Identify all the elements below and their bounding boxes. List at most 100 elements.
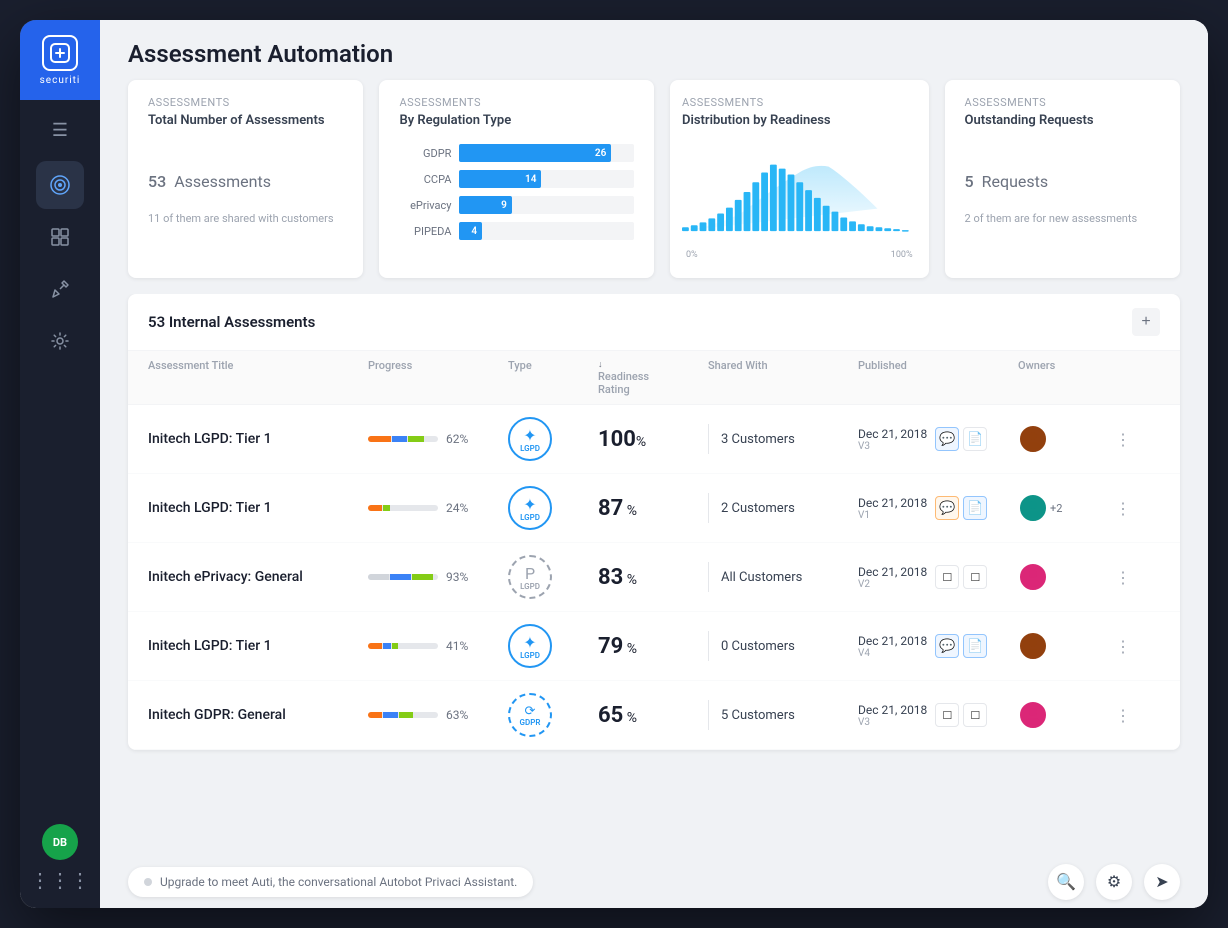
shared-cell: All Customers bbox=[708, 562, 858, 592]
export-button[interactable]: ➤ bbox=[1144, 864, 1180, 900]
table-row: Initech LGPD: Tier 1 62% bbox=[128, 405, 1180, 474]
chat-icon[interactable]: 💬 bbox=[935, 496, 959, 520]
menu-toggle[interactable]: ☰ bbox=[20, 108, 100, 153]
stat-card-regulation: Assessments By Regulation Type GDPR 26 C… bbox=[379, 80, 654, 278]
col-published: Published bbox=[858, 359, 1018, 396]
user-avatar[interactable]: DB bbox=[42, 824, 78, 860]
chat-icon[interactable]: □ bbox=[935, 703, 959, 727]
readiness-cell: 87 % bbox=[598, 496, 708, 521]
type-cell: ⟳ GDPR bbox=[508, 693, 598, 737]
owner-avatar bbox=[1018, 424, 1048, 454]
chat-bubble[interactable]: Upgrade to meet Auti, the conversational… bbox=[128, 867, 533, 897]
file-icon[interactable]: 📄 bbox=[963, 427, 987, 451]
row-menu[interactable]: ⋮ bbox=[1098, 568, 1148, 587]
type-cell: P LGPD bbox=[508, 555, 598, 599]
chat-text: Upgrade to meet Auti, the conversational… bbox=[160, 875, 517, 889]
owners-cell bbox=[1018, 631, 1098, 661]
stat-total-sub: 11 of them are shared with customers bbox=[148, 212, 343, 225]
bar-row-ccpa: CCPA 14 bbox=[399, 170, 634, 188]
published-cell: Dec 21, 2018 V3 💬 📄 bbox=[858, 427, 1018, 452]
bottom-bar: Upgrade to meet Auti, the conversational… bbox=[100, 856, 1208, 908]
readiness-cell: 79 % bbox=[598, 634, 708, 659]
col-actions bbox=[1098, 359, 1148, 396]
file-icon[interactable]: 📄 bbox=[963, 496, 987, 520]
col-shared: Shared With bbox=[708, 359, 858, 396]
main-header: Assessment Automation bbox=[100, 20, 1208, 80]
col-progress: Progress bbox=[368, 359, 508, 396]
published-cell: Dec 21, 2018 V2 □ □ bbox=[858, 565, 1018, 590]
bar-chart: GDPR 26 CCPA 14 bbox=[399, 144, 634, 240]
row-title: Initech LGPD: Tier 1 bbox=[148, 500, 368, 516]
published-cell: Dec 21, 2018 V3 □ □ bbox=[858, 703, 1018, 728]
row-title: Initech ePrivacy: General bbox=[148, 569, 368, 585]
stat-out-number: 5 bbox=[965, 144, 974, 196]
readiness-cell: 100% bbox=[598, 427, 708, 452]
stat-dist-title: Distribution by Readiness bbox=[682, 113, 917, 128]
published-cell: Dec 21, 2018 V1 💬 📄 bbox=[858, 496, 1018, 521]
sidebar-item-grid[interactable] bbox=[36, 213, 84, 261]
owners-cell bbox=[1018, 562, 1098, 592]
table-row: Initech LGPD: Tier 1 41% bbox=[128, 612, 1180, 681]
stat-card-outstanding: Assessments Outstanding Requests 5 Reque… bbox=[945, 80, 1180, 278]
row-menu[interactable]: ⋮ bbox=[1098, 499, 1148, 518]
stat-reg-title: By Regulation Type bbox=[399, 113, 634, 128]
bar-row-gdpr: GDPR 26 bbox=[399, 144, 634, 162]
row-menu[interactable]: ⋮ bbox=[1098, 706, 1148, 725]
owner-avatar bbox=[1018, 562, 1048, 592]
stat-total-suffix: Assessments bbox=[174, 172, 271, 191]
row-title: Initech GDPR: General bbox=[148, 707, 368, 723]
progress-cell: 62% bbox=[368, 432, 508, 446]
chat-icon[interactable]: 💬 bbox=[935, 634, 959, 658]
table-header: 53 Internal Assessments + bbox=[128, 294, 1180, 351]
app-frame: securiti ☰ bbox=[20, 20, 1208, 908]
logo[interactable]: securiti bbox=[20, 20, 100, 100]
file-icon[interactable]: □ bbox=[963, 703, 987, 727]
owner-avatar bbox=[1018, 493, 1048, 523]
chat-icon[interactable]: □ bbox=[935, 565, 959, 589]
logo-icon bbox=[42, 35, 78, 71]
readiness-cell: 65 % bbox=[598, 703, 708, 728]
stat-out-title: Outstanding Requests bbox=[965, 113, 1160, 128]
sidebar-item-tools[interactable] bbox=[36, 265, 84, 313]
type-cell: ✦ LGPD bbox=[508, 486, 598, 530]
owner-avatar bbox=[1018, 700, 1048, 730]
owners-cell: +2 bbox=[1018, 493, 1098, 523]
apps-icon[interactable]: ⋮⋮⋮ bbox=[30, 868, 90, 892]
progress-cell: 24% bbox=[368, 501, 508, 515]
owner-count: +2 bbox=[1050, 502, 1062, 515]
table-row: Initech ePrivacy: General 93% bbox=[128, 543, 1180, 612]
add-button[interactable]: + bbox=[1132, 308, 1160, 336]
sidebar-item-settings[interactable] bbox=[36, 317, 84, 365]
owner-avatar bbox=[1018, 631, 1048, 661]
table-row: Initech LGPD: Tier 1 24% ✦ bbox=[128, 474, 1180, 543]
stat-reg-label: Assessments bbox=[399, 96, 634, 109]
sidebar-nav bbox=[36, 161, 84, 824]
bottom-actions: 🔍 ⚙ ➤ bbox=[1048, 864, 1180, 900]
stat-card-total: Assessments Total Number of Assessments … bbox=[128, 80, 363, 278]
sidebar-bottom: DB ⋮⋮⋮ bbox=[30, 824, 90, 892]
col-type: Type bbox=[508, 359, 598, 396]
chat-dot bbox=[144, 878, 152, 886]
table-row: Initech GDPR: General 63% bbox=[128, 681, 1180, 750]
stat-out-suffix: Requests bbox=[982, 172, 1049, 191]
row-menu[interactable]: ⋮ bbox=[1098, 430, 1148, 449]
type-cell: ✦ LGPD bbox=[508, 417, 598, 461]
row-menu[interactable]: ⋮ bbox=[1098, 637, 1148, 656]
sidebar-item-radar[interactable] bbox=[36, 161, 84, 209]
file-icon[interactable]: □ bbox=[963, 565, 987, 589]
stat-total-label: Assessments bbox=[148, 96, 343, 109]
filter-button[interactable]: ⚙ bbox=[1096, 864, 1132, 900]
shared-cell: 0 Customers bbox=[708, 631, 858, 661]
main-content: Assessment Automation Assessments Total … bbox=[100, 20, 1208, 908]
chat-icon[interactable]: 💬 bbox=[935, 427, 959, 451]
stats-row: Assessments Total Number of Assessments … bbox=[100, 80, 1208, 294]
owners-cell bbox=[1018, 424, 1098, 454]
stat-total-number: 53 bbox=[148, 144, 166, 196]
logo-text: securiti bbox=[40, 75, 81, 86]
search-button[interactable]: 🔍 bbox=[1048, 864, 1084, 900]
published-cell: Dec 21, 2018 V4 💬 📄 bbox=[858, 634, 1018, 659]
distribution-chart bbox=[682, 144, 917, 244]
table-title: 53 Internal Assessments bbox=[148, 313, 315, 331]
owners-cell bbox=[1018, 700, 1098, 730]
file-icon[interactable]: 📄 bbox=[963, 634, 987, 658]
